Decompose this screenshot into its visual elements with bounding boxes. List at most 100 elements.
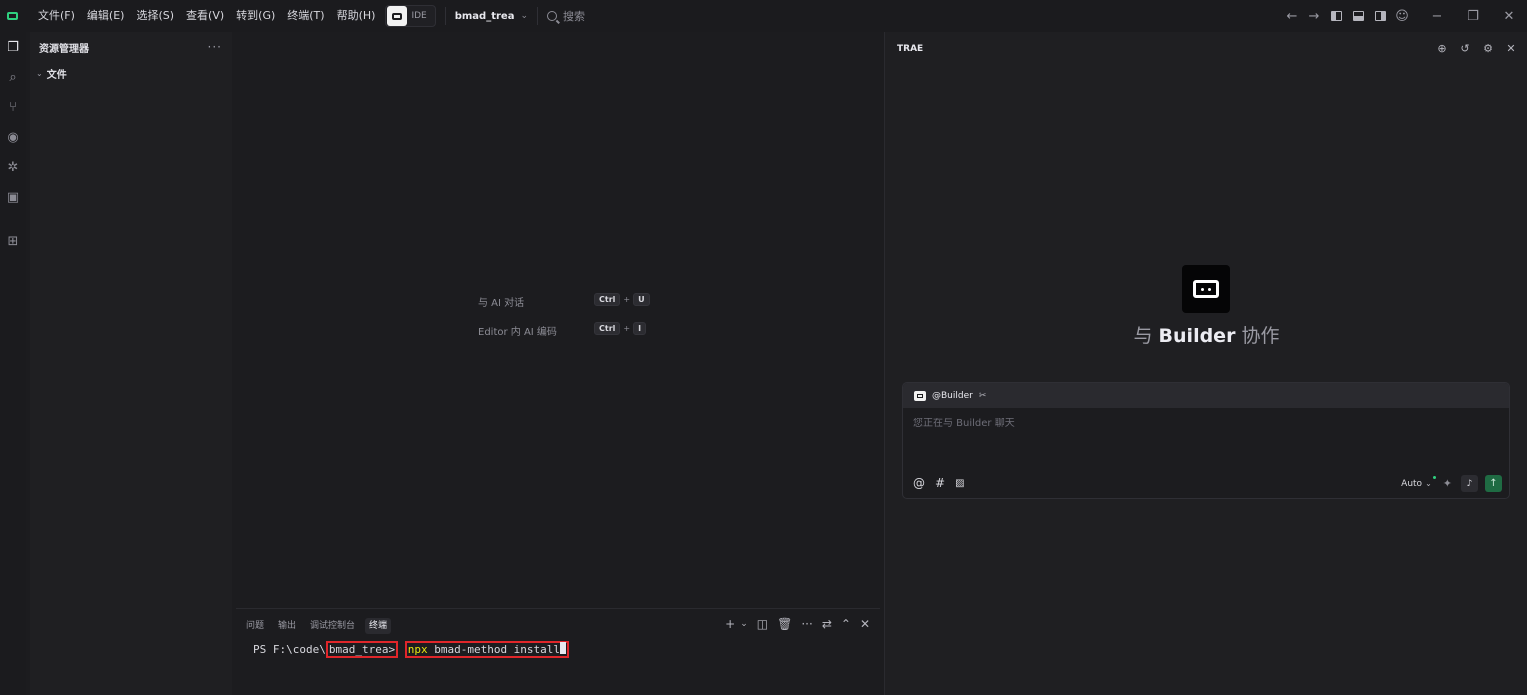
hint-chat-label: 与 AI 对话	[478, 298, 525, 309]
mode-switcher[interactable]: IDE	[385, 5, 436, 27]
trash-icon[interactable]: 🗑	[777, 617, 792, 631]
toggle-panel-icon[interactable]	[1347, 5, 1369, 27]
chevron-down-icon: ⌄	[36, 68, 43, 78]
tab-terminal[interactable]: 终端	[365, 618, 392, 634]
hint-inline-ai-label: Editor 内 AI 编码	[478, 327, 557, 338]
builder-mode-icon[interactable]	[387, 6, 408, 26]
debug-icon[interactable]: ✲	[0, 152, 26, 182]
model-selector[interactable]: Auto	[1401, 479, 1422, 489]
menu-file[interactable]: 文件(F)	[32, 4, 81, 28]
project-name: bmad_trea	[454, 10, 515, 22]
terminal-settings-icon[interactable]: ⇄	[822, 617, 832, 631]
hint-chat-shortcut: Ctrl + U	[594, 293, 650, 306]
ai-panel: TRAE ⊕ ↺ ⚙ ✕ 与 Builder 协作 @Builder ✂ @ #…	[884, 32, 1527, 695]
title-prefix: 与	[1133, 325, 1159, 347]
editor-area: 与 AI 对话 Ctrl + U Editor 内 AI 编码 Ctrl + I	[236, 32, 880, 604]
menu-view[interactable]: 查看(V)	[180, 4, 230, 28]
key-plus: +	[623, 295, 631, 304]
new-chat-icon[interactable]: ⊕	[1436, 42, 1448, 55]
more-actions-icon[interactable]: ···	[208, 40, 222, 54]
sparkle-icon[interactable]: ✦	[1443, 477, 1452, 490]
explorer-title: 资源管理器	[39, 43, 89, 55]
menu-selection[interactable]: 选择(S)	[130, 4, 180, 28]
terminal-line[interactable]: PS F:\code\ bmad_trea> npx bmad-method in…	[253, 641, 570, 658]
hint-inline-ai-shortcut: Ctrl + I	[594, 322, 647, 335]
tab-problems[interactable]: 问题	[246, 618, 264, 634]
toggle-ai-panel-icon[interactable]	[1369, 5, 1391, 27]
terminal-prompt: >	[388, 643, 396, 656]
hash-context-icon[interactable]: #	[935, 476, 945, 490]
chevron-down-icon: ⌄	[520, 11, 528, 21]
image-upload-icon[interactable]: ▨	[955, 478, 964, 489]
project-switcher[interactable]: bmad_trea ⌄	[455, 11, 528, 22]
highlight-box-command: npx bmad-method install	[404, 641, 570, 658]
terminal-cmd: npx	[407, 643, 428, 656]
menu-goto[interactable]: 转到(G)	[230, 4, 281, 28]
split-terminal-icon[interactable]: ◫	[757, 617, 768, 631]
more-actions-icon[interactable]: ···	[801, 617, 812, 631]
tab-debug-console[interactable]: 调试控制台	[310, 618, 355, 634]
menu-terminal[interactable]: 终端(T)	[281, 4, 330, 28]
folder-item[interactable]: ⌄ 文件	[30, 62, 232, 84]
restore-icon[interactable]: ❐	[1455, 0, 1491, 32]
chat-input[interactable]	[913, 418, 1473, 429]
terminal-cursor	[560, 642, 567, 654]
explorer-header: 资源管理器 ···	[30, 32, 232, 62]
chevron-down-icon[interactable]: ⌄	[1425, 476, 1436, 488]
agent-selector[interactable]: @Builder ✂	[903, 383, 1509, 408]
highlight-box-dir: bmad_trea>	[325, 641, 399, 658]
key-u: U	[633, 293, 650, 306]
remote-icon[interactable]: ▣	[0, 182, 26, 212]
menu-bar: 文件(F) 编辑(E) 选择(S) 查看(V) 转到(G) 终端(T) 帮助(H…	[32, 4, 381, 28]
new-terminal-icon[interactable]: +	[725, 617, 735, 631]
title-suffix: 协作	[1235, 325, 1280, 347]
chat-tools: @ # ▨	[913, 476, 975, 490]
forward-arrow-icon[interactable]: →	[1303, 5, 1325, 27]
source-control-icon[interactable]: ⑂	[0, 92, 26, 122]
ai-panel-actions: ⊕ ↺ ⚙ ✕	[1425, 42, 1517, 55]
chevron-down-icon[interactable]: ⌄	[740, 619, 748, 629]
key-i: I	[633, 322, 647, 335]
terminal-path-prefix: PS F:\code\	[253, 643, 326, 656]
history-icon[interactable]: ↺	[1459, 42, 1471, 55]
ai-panel-title: TRAE	[897, 44, 924, 54]
command-search[interactable]: 搜索	[547, 8, 585, 24]
back-arrow-icon[interactable]: ←	[1281, 5, 1303, 27]
microphone-icon[interactable]: ♪	[1461, 475, 1478, 492]
extensions-icon[interactable]: ⊞	[0, 226, 26, 256]
toggle-sidebar-icon[interactable]	[1325, 5, 1347, 27]
bottom-panel: 问题 输出 调试控制台 终端 + ⌄ ◫ 🗑 ··· ⇄ ⌃ ✕ PS F:\c…	[236, 608, 880, 695]
tab-output[interactable]: 输出	[278, 618, 296, 634]
menu-help[interactable]: 帮助(H)	[331, 4, 382, 28]
app-logo-icon	[0, 0, 24, 32]
close-window-icon[interactable]: ✕	[1491, 0, 1527, 32]
settings-gear-icon[interactable]: ⚙	[1482, 42, 1494, 55]
agent-name: @Builder	[932, 390, 973, 401]
key-ctrl: Ctrl	[594, 322, 621, 335]
search-icon[interactable]: ⌕	[0, 62, 26, 92]
mention-icon[interactable]: @	[913, 476, 925, 490]
maximize-panel-icon[interactable]: ⌃	[841, 617, 851, 631]
menu-edit[interactable]: 编辑(E)	[81, 4, 131, 28]
search-label: 搜索	[563, 10, 585, 23]
ide-mode-label[interactable]: IDE	[411, 11, 426, 21]
title-bar: 文件(F) 编辑(E) 选择(S) 查看(V) 转到(G) 终端(T) 帮助(H…	[0, 0, 1527, 32]
builder-agent-icon	[914, 390, 926, 401]
chat-input-box: @Builder ✂ @ # ▨ Auto ⌄ ✦ ♪ ↑	[902, 382, 1510, 499]
key-ctrl: Ctrl	[594, 293, 621, 306]
chat-controls: Auto ⌄ ✦ ♪ ↑	[1401, 475, 1502, 492]
ai-welcome-title: 与 Builder 协作	[885, 321, 1527, 348]
close-panel-icon[interactable]: ✕	[860, 617, 870, 631]
activity-bar: ❐ ⌕ ⑂ ◉ ✲ ▣ ⊞	[0, 32, 26, 695]
preview-icon[interactable]: ◉	[0, 122, 26, 152]
agent-tools-icon[interactable]: ✂	[979, 391, 987, 401]
builder-logo-icon	[1182, 265, 1230, 313]
account-icon[interactable]: ☺	[1391, 5, 1413, 27]
divider	[537, 7, 538, 25]
explorer-icon[interactable]: ❐	[0, 32, 26, 62]
send-button[interactable]: ↑	[1485, 475, 1502, 492]
close-icon[interactable]: ✕	[1505, 42, 1517, 55]
minimize-icon[interactable]: −	[1419, 0, 1455, 32]
folder-label: 文件	[46, 69, 67, 81]
panel-tabs: 问题 输出 调试控制台 终端	[246, 618, 405, 634]
